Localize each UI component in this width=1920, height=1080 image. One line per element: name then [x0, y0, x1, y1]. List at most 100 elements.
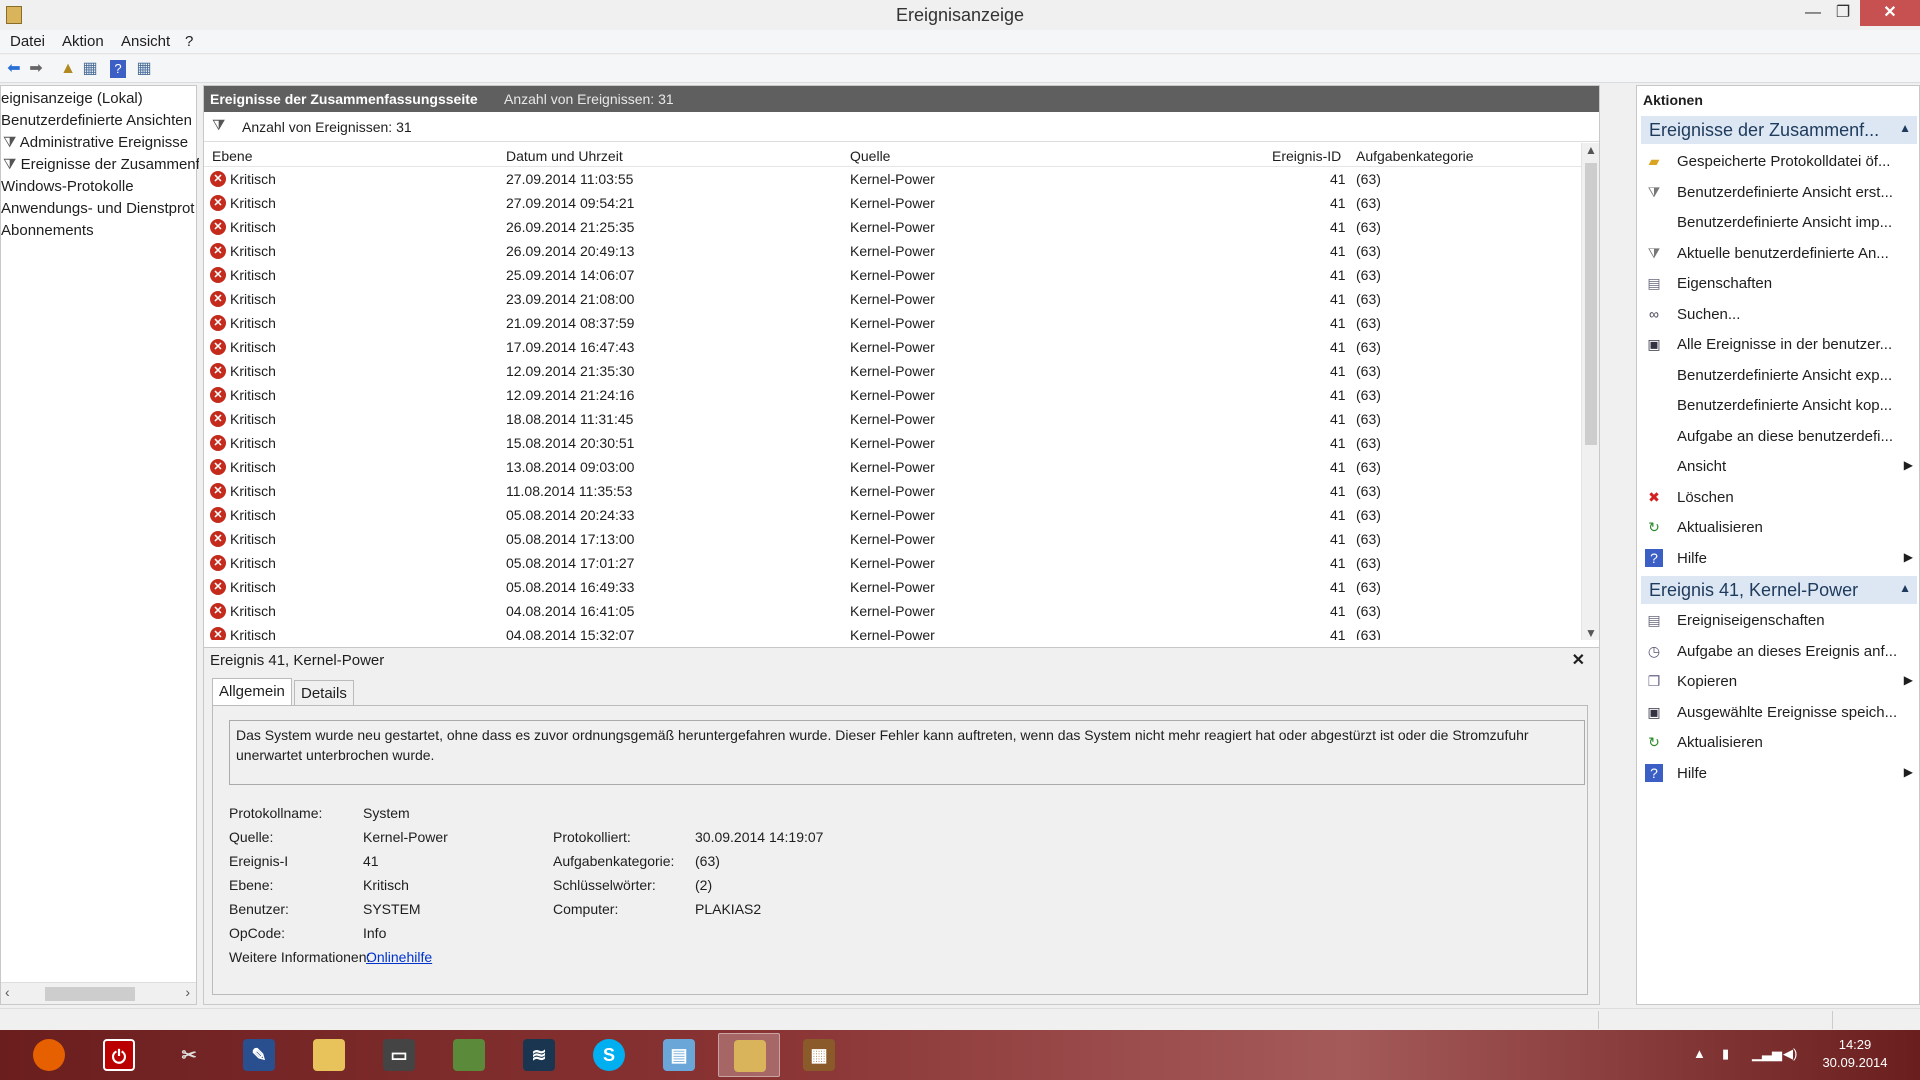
- action-item[interactable]: Ansicht ▶: [1641, 453, 1917, 479]
- action-item[interactable]: ↻ Aktualisieren: [1641, 729, 1917, 755]
- taskbar-explorer[interactable]: [298, 1033, 360, 1077]
- table-row[interactable]: ✕ Kritisch 04.08.2014 15:32:07 Kernel-Power…: [204, 623, 1579, 640]
- back-arrow-icon[interactable]: ⬅: [4, 59, 24, 79]
- scroll-up-icon[interactable]: ▲: [1585, 143, 1597, 157]
- action-item[interactable]: ◷ Aufgabe an dieses Ereignis anf...: [1641, 638, 1917, 664]
- table-row[interactable]: ✕ Kritisch 05.08.2014 16:49:33 Kernel-Power…: [204, 575, 1579, 599]
- col-ereignis-id[interactable]: Ereignis-ID: [1272, 148, 1341, 164]
- col-datum[interactable]: Datum und Uhrzeit: [506, 148, 623, 164]
- action-item[interactable]: ⧩ Benutzerdefinierte Ansicht erst...: [1641, 179, 1917, 205]
- menu-datei[interactable]: Datei: [10, 33, 45, 50]
- action-item[interactable]: ? Hilfe ▶: [1641, 760, 1917, 786]
- table-row[interactable]: ✕ Kritisch 23.09.2014 21:08:00 Kernel-Power…: [204, 287, 1579, 311]
- taskbar-control-panel[interactable]: ▤: [648, 1033, 710, 1077]
- scroll-right-icon[interactable]: ›: [185, 984, 190, 1000]
- action-item[interactable]: ▤ Ereigniseigenschaften: [1641, 607, 1917, 633]
- up-folder-icon[interactable]: ▲: [58, 59, 78, 79]
- scrollbar-thumb[interactable]: [1585, 163, 1597, 445]
- tree-item-subscriptions[interactable]: Abonnements: [1, 222, 197, 239]
- taskbar-firefox[interactable]: [18, 1033, 80, 1077]
- taskbar-clock[interactable]: 14:29 30.09.2014: [1800, 1036, 1910, 1072]
- col-aufgabenkategorie[interactable]: Aufgabenkategorie: [1356, 148, 1474, 164]
- table-row[interactable]: ✕ Kritisch 15.08.2014 20:30:51 Kernel-Power…: [204, 431, 1579, 455]
- table-row[interactable]: ✕ Kritisch 17.09.2014 16:47:43 Kernel-Power…: [204, 335, 1579, 359]
- table-row[interactable]: ✕ Kritisch 13.08.2014 09:03:00 Kernel-Power…: [204, 455, 1579, 479]
- action-item[interactable]: ▰ Gespeicherte Protokolldatei öf...: [1641, 148, 1917, 174]
- tree-item-windows-logs[interactable]: Windows-Protokolle: [1, 178, 197, 195]
- table-row[interactable]: ✕ Kritisch 18.08.2014 11:31:45 Kernel-Power…: [204, 407, 1579, 431]
- menu-aktion[interactable]: Aktion: [62, 33, 104, 50]
- action-item[interactable]: ▣ Ausgewählte Ereignisse speich...: [1641, 699, 1917, 725]
- table-row[interactable]: ✕ Kritisch 27.09.2014 11:03:55 Kernel-Power…: [204, 167, 1579, 191]
- tree-item-app-service-logs[interactable]: Anwendungs- und Dienstprot: [1, 200, 197, 217]
- actions-pane: Aktionen Ereignisse der Zusammenf... ▲ ▰…: [1636, 85, 1920, 1005]
- tab-allgemein[interactable]: Allgemein: [212, 678, 292, 706]
- collapse-icon[interactable]: ▲: [1899, 121, 1911, 135]
- col-ebene[interactable]: Ebene: [212, 148, 252, 164]
- table-row[interactable]: ✕ Kritisch 21.09.2014 08:37:59 Kernel-Power…: [204, 311, 1579, 335]
- scrollbar-thumb[interactable]: [45, 987, 135, 1001]
- scroll-down-icon[interactable]: ▼: [1585, 626, 1597, 640]
- action-item[interactable]: ▣ Alle Ereignisse in der benutzer...: [1641, 331, 1917, 357]
- show-hide-action-pane-icon[interactable]: ▦: [134, 59, 154, 79]
- taskbar-audio-app[interactable]: ≋: [508, 1033, 570, 1077]
- tree-item-custom-views[interactable]: Benutzerdefinierte Ansichten: [1, 112, 197, 129]
- taskbar-monitor[interactable]: ▭: [368, 1033, 430, 1077]
- action-item[interactable]: ▤ Eigenschaften: [1641, 270, 1917, 296]
- properties-icon: ▤: [1647, 612, 1661, 628]
- action-item[interactable]: ⧩ Aktuelle benutzerdefinierte An...: [1641, 240, 1917, 266]
- taskbar-skype[interactable]: S: [578, 1033, 640, 1077]
- close-button[interactable]: ✕: [1860, 0, 1920, 26]
- tab-details[interactable]: Details: [294, 680, 354, 706]
- actions-section-event[interactable]: Ereignis 41, Kernel-Power ▲: [1641, 576, 1917, 604]
- show-hide-tree-icon[interactable]: ▦: [80, 59, 100, 79]
- actions-section-summary[interactable]: Ereignisse der Zusammenf... ▲: [1641, 116, 1917, 144]
- event-description: Das System wurde neu gestartet, ohne das…: [229, 720, 1585, 785]
- action-item[interactable]: ∞ Suchen...: [1641, 301, 1917, 327]
- table-row[interactable]: ✕ Kritisch 05.08.2014 17:01:27 Kernel-Power…: [204, 551, 1579, 575]
- taskbar-editor[interactable]: ✎: [228, 1033, 290, 1077]
- action-item[interactable]: Aufgabe an diese benutzerdefi...: [1641, 423, 1917, 449]
- table-row[interactable]: ✕ Kritisch 12.09.2014 21:35:30 Kernel-Power…: [204, 359, 1579, 383]
- tree-item-event-viewer-local[interactable]: eignisanzeige (Lokal): [1, 90, 197, 107]
- table-row[interactable]: ✕ Kritisch 26.09.2014 20:49:13 Kernel-Power…: [204, 239, 1579, 263]
- action-item[interactable]: ↻ Aktualisieren: [1641, 514, 1917, 540]
- tree-item-administrative-events[interactable]: ⧩ Administrative Ereignisse: [3, 134, 199, 151]
- network-icon[interactable]: ▁▃▅: [1752, 1046, 1782, 1062]
- table-row[interactable]: ✕ Kritisch 05.08.2014 20:24:33 Kernel-Power…: [204, 503, 1579, 527]
- table-row[interactable]: ✕ Kritisch 26.09.2014 21:25:35 Kernel-Power…: [204, 215, 1579, 239]
- table-row[interactable]: ✕ Kritisch 27.09.2014 09:54:21 Kernel-Power…: [204, 191, 1579, 215]
- scroll-left-icon[interactable]: ‹: [5, 984, 10, 1000]
- forward-arrow-icon[interactable]: ➡: [26, 59, 46, 79]
- table-row[interactable]: ✕ Kritisch 04.08.2014 16:41:05 Kernel-Power…: [204, 599, 1579, 623]
- taskbar-minecraft[interactable]: [438, 1033, 500, 1077]
- online-help-link[interactable]: Onlinehilfe: [366, 949, 432, 965]
- table-row[interactable]: ✕ Kritisch 25.09.2014 14:06:07 Kernel-Power…: [204, 263, 1579, 287]
- show-hidden-icons-icon[interactable]: ▲: [1693, 1046, 1706, 1061]
- table-row[interactable]: ✕ Kritisch 12.09.2014 21:24:16 Kernel-Power…: [204, 383, 1579, 407]
- col-quelle[interactable]: Quelle: [850, 148, 890, 164]
- tree-horizontal-scrollbar[interactable]: ‹ ›: [1, 982, 196, 1004]
- table-row[interactable]: ✕ Kritisch 11.08.2014 11:35:53 Kernel-Power…: [204, 479, 1579, 503]
- action-item[interactable]: ? Hilfe ▶: [1641, 545, 1917, 571]
- taskbar-event-viewer[interactable]: [718, 1033, 780, 1077]
- table-row[interactable]: ✕ Kritisch 05.08.2014 17:13:00 Kernel-Power…: [204, 527, 1579, 551]
- taskbar-snipping[interactable]: ✂: [158, 1033, 220, 1077]
- menu-help[interactable]: ?: [185, 33, 193, 50]
- action-item[interactable]: Benutzerdefinierte Ansicht kop...: [1641, 392, 1917, 418]
- tree-item-summary-events[interactable]: ⧩ Ereignisse der Zusammenf...: [3, 156, 199, 173]
- action-item[interactable]: Benutzerdefinierte Ansicht exp...: [1641, 362, 1917, 388]
- help-icon[interactable]: ?: [110, 60, 126, 78]
- action-item[interactable]: Benutzerdefinierte Ansicht imp...: [1641, 209, 1917, 235]
- action-item[interactable]: ❐ Kopieren ▶: [1641, 668, 1917, 694]
- volume-icon[interactable]: ◀): [1783, 1046, 1797, 1062]
- collapse-icon[interactable]: ▲: [1899, 581, 1911, 595]
- table-vertical-scrollbar[interactable]: ▲ ▼: [1581, 143, 1599, 640]
- detail-close-icon[interactable]: ✕: [1572, 650, 1585, 670]
- battery-icon[interactable]: ▮: [1722, 1046, 1729, 1062]
- folder-icon: ▰: [1648, 153, 1660, 169]
- action-item[interactable]: ✖ Löschen: [1641, 484, 1917, 510]
- menu-ansicht[interactable]: Ansicht: [121, 33, 170, 50]
- taskbar-shutdown[interactable]: ⏻: [88, 1033, 150, 1077]
- taskbar-crafting[interactable]: ▦: [788, 1033, 850, 1077]
